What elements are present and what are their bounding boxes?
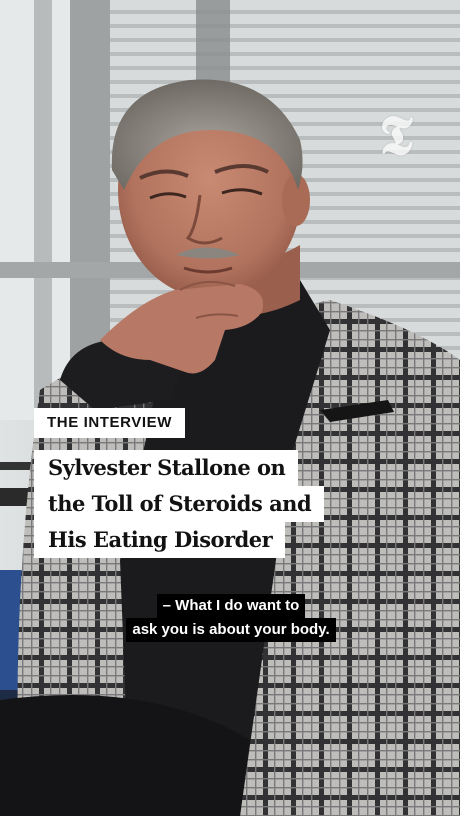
headline-line: Sylvester Stallone on bbox=[34, 450, 299, 486]
headline: Sylvester Stallone on the Toll of Steroi… bbox=[34, 450, 334, 558]
caption-line: – What I do want to bbox=[156, 594, 306, 618]
headline-line: His Eating Disorder bbox=[34, 522, 286, 558]
caption-line: ask you is about your body. bbox=[126, 618, 336, 642]
subtitle-caption: – What I do want to ask you is about you… bbox=[120, 594, 342, 642]
nyt-logo-icon: 𝕿 bbox=[379, 103, 413, 167]
headline-line: the Toll of Steroids and bbox=[34, 486, 325, 522]
section-tag: THE INTERVIEW bbox=[34, 408, 186, 438]
